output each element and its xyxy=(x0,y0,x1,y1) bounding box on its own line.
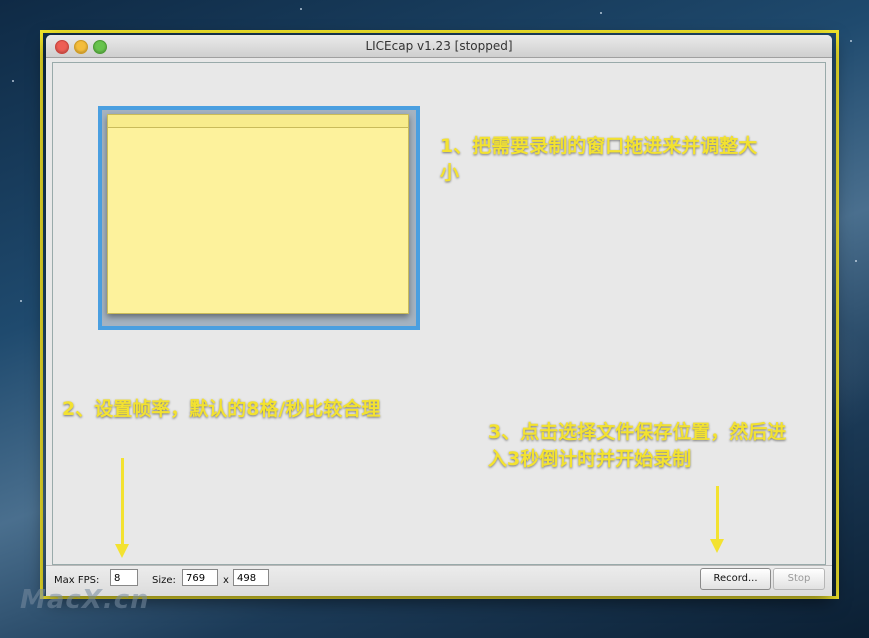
sticky-note-titlebar[interactable] xyxy=(108,115,408,128)
star xyxy=(20,300,22,302)
star xyxy=(600,12,602,14)
width-input[interactable]: 769 xyxy=(182,569,218,586)
star xyxy=(855,260,857,262)
window-title: LICEcap v1.23 [stopped] xyxy=(365,39,513,53)
annotation-step1: 1、把需要录制的窗口拖进来并调整大小 xyxy=(440,135,758,184)
control-bar: Max FPS: 8 Size: 769 x 498 Record... Sto… xyxy=(46,565,832,596)
arrow-record-shaft xyxy=(716,486,719,540)
watermark-logo: MacX.cn xyxy=(20,585,150,615)
sticky-note-window[interactable] xyxy=(107,114,409,314)
record-button[interactable]: Record... xyxy=(700,568,771,590)
title-bar[interactable]: LICEcap v1.23 [stopped] xyxy=(46,35,832,58)
arrow-fps-shaft xyxy=(121,458,124,545)
annotation-step2: 2、设置帧率，默认的8格/秒比较合理 xyxy=(62,398,381,420)
size-label: Size: xyxy=(152,575,176,586)
stop-button[interactable]: Stop xyxy=(773,568,825,590)
star xyxy=(300,8,302,10)
star xyxy=(850,40,852,42)
arrow-down-icon xyxy=(710,539,724,553)
annotation-step3: 3、点击选择文件保存位置，然后进入3秒倒计时并开始录制 xyxy=(488,421,787,470)
size-separator: x xyxy=(223,575,229,586)
height-input[interactable]: 498 xyxy=(233,569,269,586)
arrow-down-icon xyxy=(115,544,129,558)
max-fps-input[interactable]: 8 xyxy=(110,569,138,586)
star xyxy=(12,80,14,82)
